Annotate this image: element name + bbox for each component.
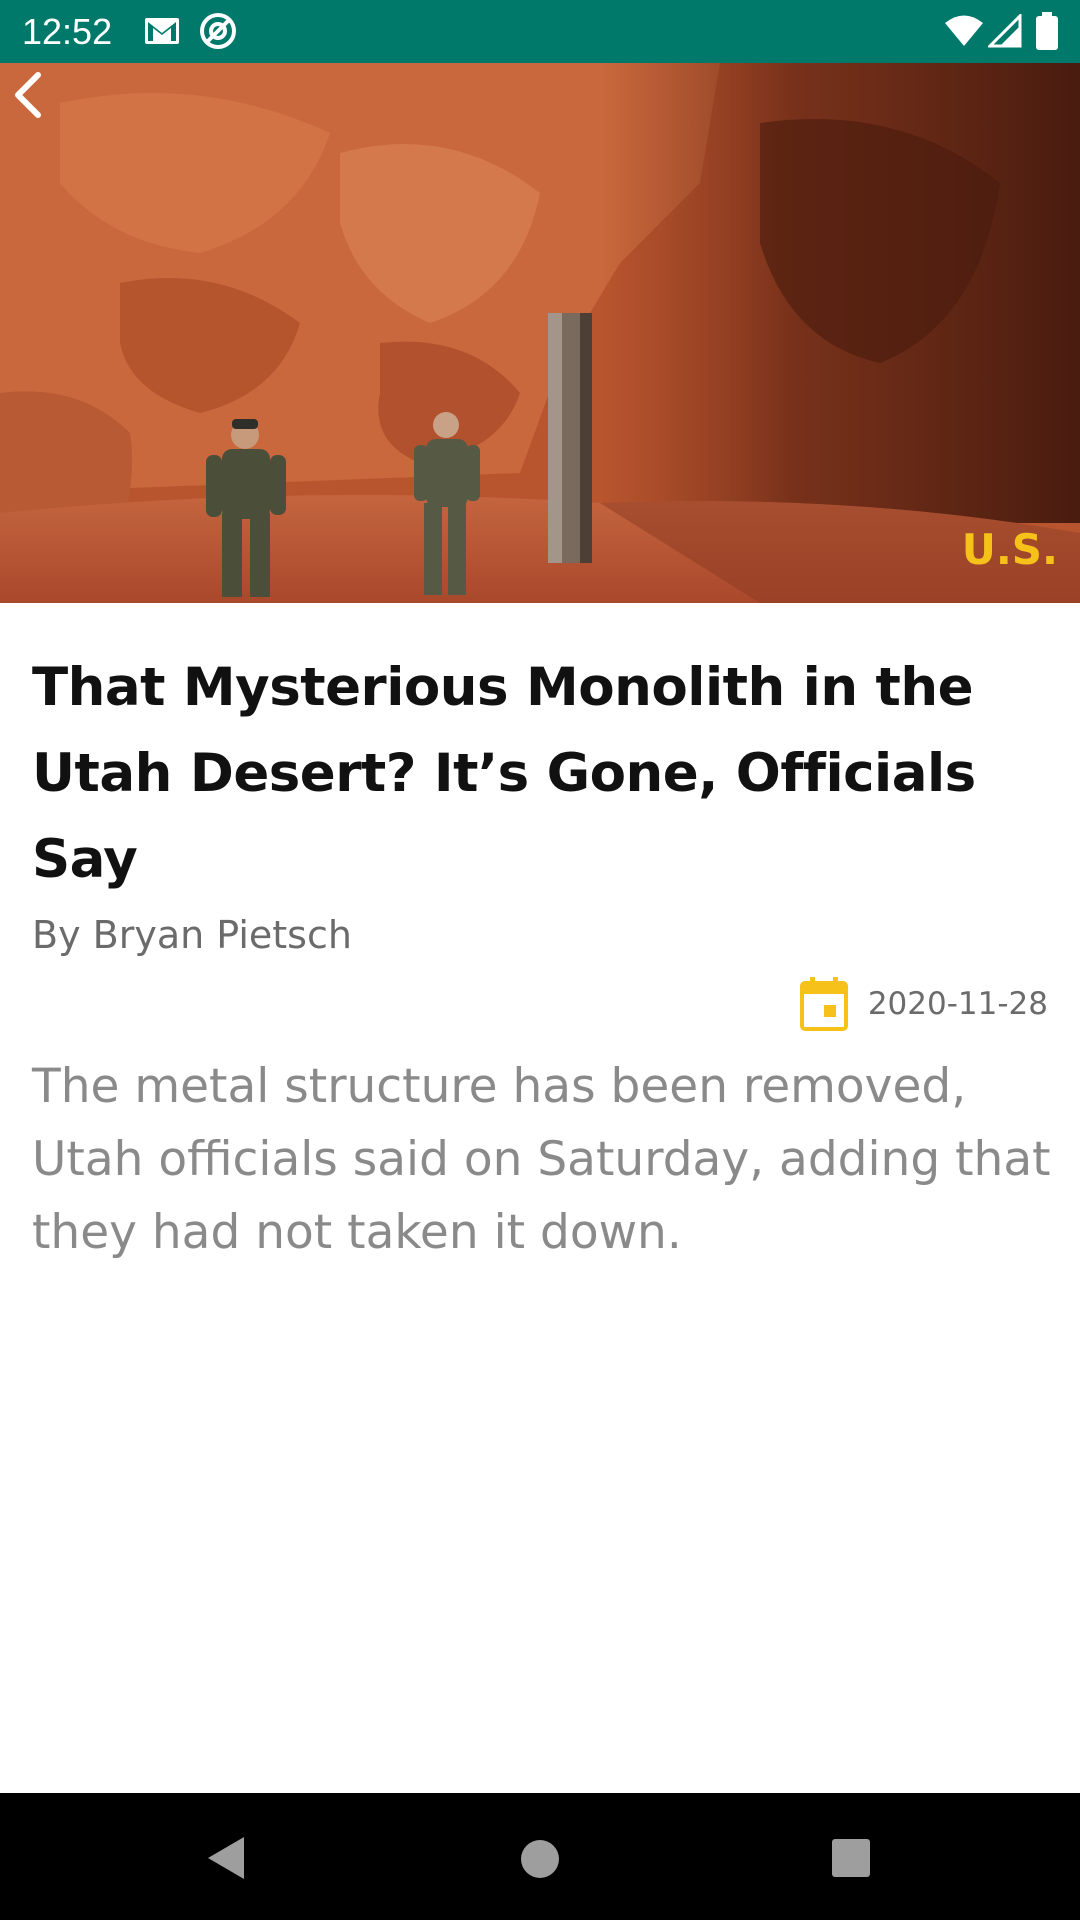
recents-nav-icon[interactable] <box>830 1837 872 1879</box>
article-byline: By Bryan Pietsch <box>32 913 352 957</box>
status-time: 12:52 <box>22 11 113 52</box>
navigation-bar <box>0 1793 1080 1920</box>
category-label[interactable]: U.S. <box>962 525 1058 575</box>
gmail-icon <box>145 18 179 44</box>
calendar-icon <box>799 977 848 1031</box>
back-button[interactable] <box>0 63 60 123</box>
wifi-icon <box>945 15 983 46</box>
sync-icon <box>200 13 236 49</box>
article-headline: That Mysterious Monolith in the Utah Des… <box>32 657 976 890</box>
article-description: The metal structure has been removed, Ut… <box>32 1059 1051 1260</box>
status-bar: 12:52 <box>0 0 1080 63</box>
date-row: 2020-11-28 <box>799 975 1048 1033</box>
signal-icon <box>988 14 1022 48</box>
home-nav-icon[interactable] <box>518 1837 562 1881</box>
battery-icon <box>1036 12 1058 50</box>
monolith-desert-photo <box>0 63 1080 603</box>
back-nav-icon[interactable] <box>204 1833 250 1883</box>
hero-image: U.S. <box>0 63 1080 603</box>
article-date: 2020-11-28 <box>867 986 1048 1022</box>
